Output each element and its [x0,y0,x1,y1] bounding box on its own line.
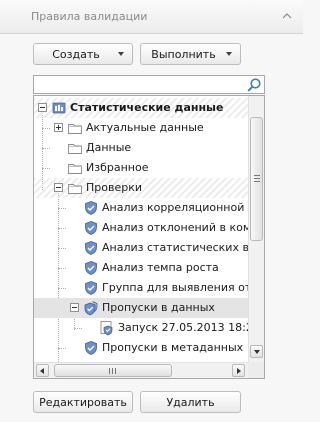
run-dropdown-button[interactable]: Выполнить [140,43,241,65]
horizontal-scrollbar[interactable] [34,362,248,378]
shield-check-icon [85,341,97,355]
collapse-minus-icon[interactable] [38,103,47,112]
tree-item-label: Анализ отклонений в комп [102,221,248,234]
shield-check-icon [85,201,97,215]
grip-line [254,175,260,176]
search-input[interactable] [37,77,242,92]
scroll-corner [248,362,264,378]
delete-button[interactable]: Удалить [140,391,241,413]
scroll-down-arrow-icon[interactable] [250,345,263,358]
collapse-minus-icon[interactable] [54,183,63,192]
collapse-minus-icon[interactable] [70,303,79,312]
tree-item[interactable]: Анализ отклонений в комп [34,218,248,238]
folder-icon [68,164,82,174]
shield-stack-icon [84,301,98,316]
shield-check-icon [85,261,97,275]
edit-button[interactable]: Редактировать [33,391,133,413]
tree-item-label: Актуальные данные [86,121,204,134]
tree-item[interactable]: Пропуски в метаданных [34,338,248,358]
dropdown-caret-icon [118,52,124,56]
dropdown-caret-icon [226,52,232,56]
tree-item-label: Данные [86,141,132,154]
tree-item[interactable]: Группа для выявления откл [34,278,248,298]
create-dropdown-button[interactable]: Создать [33,43,133,65]
tree-item[interactable]: Запуск 27.05.2013 18:21: [34,318,248,338]
tree-item-label: Запуск 27.05.2013 18:21: [118,321,248,334]
tree-item-label: Пропуски в метаданных [102,341,244,354]
create-button-label: Создать [52,47,100,61]
vertical-scrollbar[interactable] [248,96,264,362]
run-button-label: Выполнить [151,47,216,61]
validation-tree[interactable]: Статистические данные Актуальные данные Да… [33,95,265,379]
tree-item[interactable]: Избранное [34,158,248,178]
tree-item-label: Проверки [86,181,143,194]
folder-icon [68,144,82,154]
delete-button-label: Удалить [166,395,215,409]
tree-item-label: Группа для выявления откл [102,281,248,294]
tree-item[interactable]: Статистические данные [34,98,248,118]
tree-item[interactable]: Анализ корреляционной з [34,198,248,218]
grip-line [112,368,113,374]
tree-item-label: Анализ корреляционной з [102,201,248,214]
tree-item[interactable]: Проверки [34,178,248,198]
tree-item-label: Статистические данные [70,101,224,114]
tree-item[interactable]: Анализ статистических выб [34,238,248,258]
database-icon [52,102,66,114]
tree-item[interactable]: Актуальные данные [34,118,248,138]
search-field[interactable] [33,75,265,94]
grip-line [115,368,116,374]
tree-item-label: Пропуски в данных [102,301,215,314]
scroll-right-arrow-icon[interactable] [232,364,245,377]
shield-check-icon [85,221,97,235]
vertical-scroll-thumb[interactable] [250,117,263,241]
search-icon[interactable] [246,77,262,93]
tree-rows: Статистические данные Актуальные данные Да… [34,96,248,362]
tree-item-label: Избранное [86,161,149,174]
run-result-icon [100,321,113,336]
folder-icon [68,184,82,194]
folder-icon [68,124,82,134]
shield-check-icon [85,241,97,255]
grip-line [109,368,110,374]
scroll-left-arrow-icon[interactable] [36,364,49,377]
tree-item-label: Анализ темпа роста [102,261,219,274]
tree-item[interactable]: Пропуски в данных [34,298,248,318]
edit-button-label: Редактировать [39,395,127,409]
tree-item[interactable]: Данные [34,138,248,158]
panel-header: Правила валидации [0,0,303,34]
shield-check-icon [85,281,97,295]
tree-item-label: Анализ статистических выб [102,241,248,254]
expand-plus-icon[interactable] [54,123,63,132]
grip-line [254,178,260,179]
collapse-chevron-icon[interactable] [280,9,294,23]
grip-line [254,181,260,182]
panel-title: Правила валидации [31,10,148,23]
horizontal-scroll-thumb[interactable] [54,364,172,377]
tree-item[interactable]: Анализ темпа роста [34,258,248,278]
